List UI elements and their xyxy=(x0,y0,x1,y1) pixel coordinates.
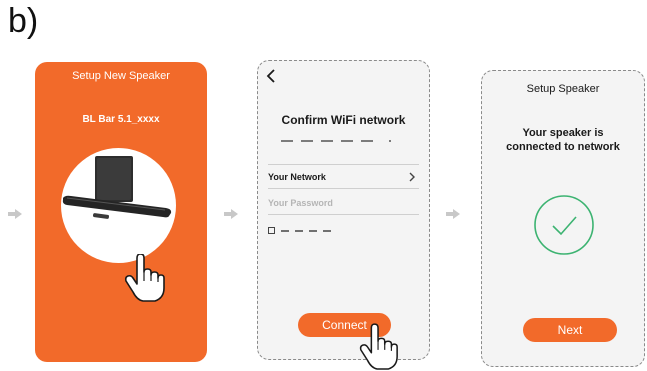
screen-title: Confirm WiFi network xyxy=(281,113,406,127)
speaker-product-image[interactable] xyxy=(61,148,176,263)
flow-arrow-icon xyxy=(224,209,238,219)
status-line-1: Your speaker is xyxy=(522,127,604,139)
setup-speaker-screen: Setup Speaker Your speaker is connected … xyxy=(481,70,645,367)
screen-title: Setup New Speaker xyxy=(72,70,170,82)
divider xyxy=(268,188,419,189)
hand-pointer-icon xyxy=(359,323,398,370)
network-field-label[interactable]: Your Network xyxy=(268,172,326,182)
password-field[interactable]: Your Password xyxy=(268,198,333,208)
soundbar-icon xyxy=(62,156,172,219)
step-label: b) xyxy=(8,2,39,40)
setup-new-speaker-screen: Setup New Speaker BL Bar 5.1_xxxx xyxy=(35,62,207,362)
next-button[interactable]: Next xyxy=(523,318,617,342)
status-line-2: connected to network xyxy=(506,141,620,153)
device-name[interactable]: BL Bar 5.1_xxxx xyxy=(35,114,207,125)
divider xyxy=(268,164,419,165)
flow-arrow-icon xyxy=(8,209,22,219)
flow-arrow-icon xyxy=(446,209,460,219)
confirm-wifi-screen: Confirm WiFi network Your Network Your P… xyxy=(257,60,430,370)
show-password-checkbox[interactable] xyxy=(268,227,340,235)
checkmark-icon xyxy=(534,195,594,255)
back-chevron-icon[interactable] xyxy=(266,69,276,83)
hand-pointer-icon xyxy=(124,254,165,302)
network-name-placeholder-dashes xyxy=(281,140,391,142)
chevron-right-icon[interactable] xyxy=(409,172,415,182)
screen-title: Setup Speaker xyxy=(526,83,600,95)
divider xyxy=(268,214,419,215)
